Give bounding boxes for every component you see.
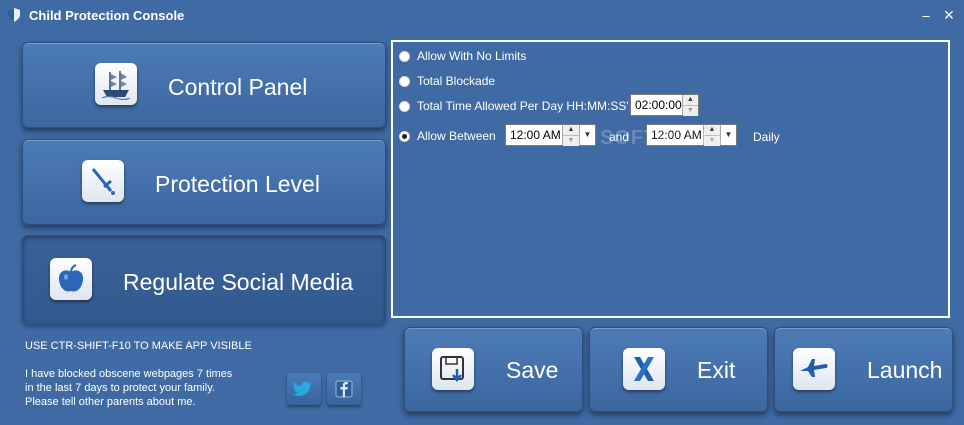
window-title: Child Protection Console (29, 8, 185, 23)
allow-between-label: Allow Between (417, 129, 496, 143)
time-per-day-input[interactable]: 02:00:00 ▲ ▼ (630, 94, 699, 116)
control-panel-label: Control Panel (168, 74, 308, 100)
stats-note-line: Please tell other parents about me. (25, 396, 196, 408)
start-time-picker[interactable]: 12:00 AM ▲ ▼ ▼ (505, 124, 596, 146)
twitter-button[interactable] (287, 373, 321, 405)
exit-label: Exit (697, 357, 736, 383)
shield-icon (8, 8, 20, 22)
control-panel-button[interactable]: Control Panel (22, 42, 386, 128)
options-panel: Allow With No Limits Total Blockade Tota… (391, 40, 950, 318)
visibility-hint: USE CTR-SHIFT-F10 TO MAKE APP VISIBLE (25, 340, 252, 352)
regulate-social-media-button[interactable]: Regulate Social Media (22, 235, 386, 325)
minimize-button[interactable]: ⎯ (915, 4, 937, 26)
regulate-social-media-label: Regulate Social Media (123, 269, 354, 295)
protection-level-button[interactable]: Protection Level (22, 139, 386, 225)
daily-text: Daily (753, 130, 780, 144)
start-time-stepper[interactable]: ▲ ▼ (562, 125, 579, 146)
save-button[interactable]: Save (404, 327, 583, 412)
launch-button[interactable]: Launch (774, 327, 953, 412)
twitter-icon (292, 381, 312, 396)
time-per-day-label: Total Time Allowed Per Day HH:MM:SS' (417, 99, 629, 113)
total-blockade-label: Total Blockade (417, 74, 496, 88)
option-no-limits[interactable]: Allow With No Limits (399, 44, 526, 68)
exit-icon (623, 348, 665, 390)
start-time-value: 12:00 AM (510, 128, 561, 142)
stats-note: I have blocked obscene webpages 7 times … (25, 367, 265, 409)
ship-icon (95, 63, 137, 105)
radio-time-per-day[interactable] (399, 100, 410, 112)
radio-allow-between[interactable] (399, 130, 410, 142)
sword-icon (82, 160, 124, 202)
save-icon (432, 348, 474, 390)
facebook-icon (335, 380, 353, 398)
jet-icon (793, 348, 835, 390)
watermark: SOFTPEDIA (600, 127, 724, 149)
protection-level-label: Protection Level (155, 171, 320, 197)
option-total-blockade[interactable]: Total Blockade (399, 69, 495, 93)
apple-icon (50, 258, 92, 300)
facebook-button[interactable] (327, 373, 361, 405)
stats-note-line: I have blocked obscene webpages 7 times (25, 368, 233, 380)
launch-label: Launch (867, 357, 943, 383)
radio-total-blockade[interactable] (399, 75, 410, 87)
title-bar: Child Protection Console ⎯ × (0, 0, 964, 32)
close-button[interactable]: × (938, 4, 960, 26)
no-limits-label: Allow With No Limits (417, 49, 527, 63)
start-time-dropdown-icon[interactable]: ▼ (579, 125, 595, 145)
time-per-day-value: 02:00:00 (635, 98, 682, 112)
option-time-per-day[interactable]: Total Time Allowed Per Day HH:MM:SS' (399, 94, 629, 118)
time-per-day-stepper[interactable]: ▲ ▼ (681, 95, 698, 116)
stats-note-line: in the last 7 days to protect your famil… (25, 382, 215, 394)
radio-no-limits[interactable] (399, 50, 410, 62)
option-allow-between[interactable]: Allow Between (399, 124, 496, 148)
exit-button[interactable]: Exit (589, 327, 768, 412)
save-label: Save (506, 357, 559, 383)
